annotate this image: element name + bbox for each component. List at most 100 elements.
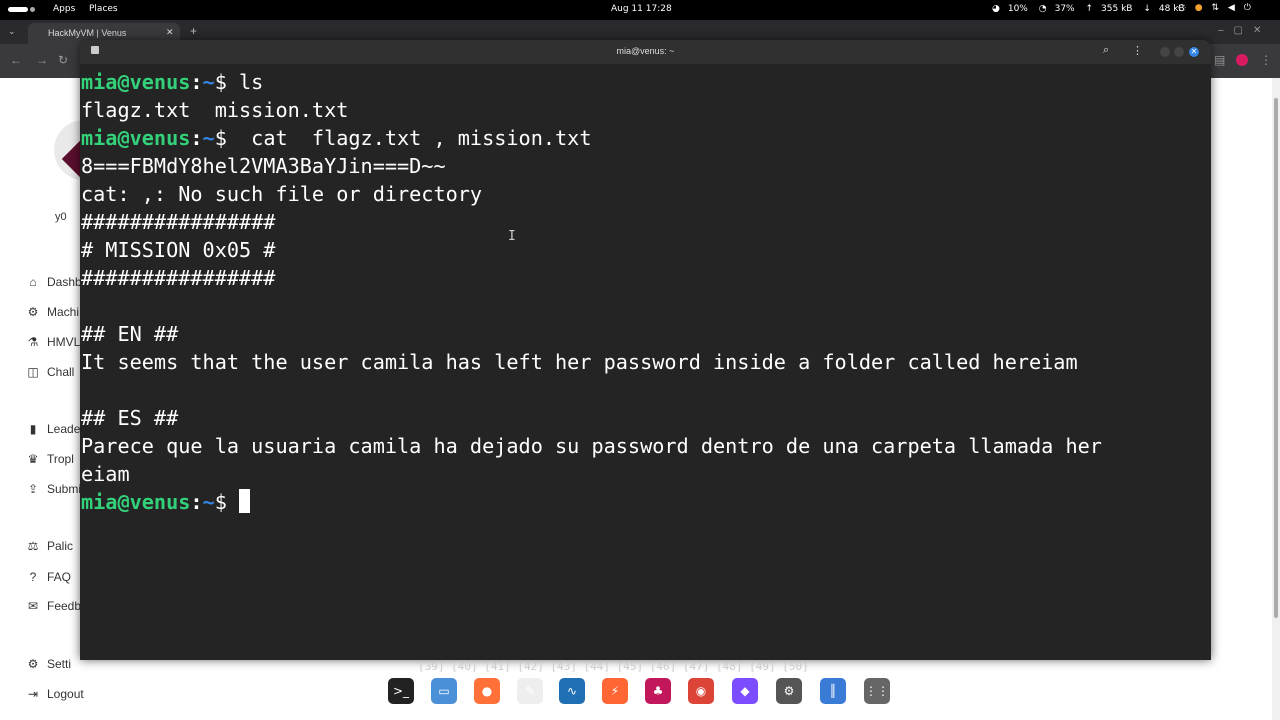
cpu-usage: 10% (1007, 4, 1028, 14)
net-up: 355 kB (1101, 4, 1133, 14)
obsidian-icon[interactable]: ◆ (732, 678, 758, 704)
chart-icon: ▮ (29, 422, 37, 436)
volume-icon[interactable]: ◀ (1228, 3, 1235, 13)
sidebar-item-feedback[interactable]: ✉ Feedb (26, 598, 81, 614)
upload-icon: ↑ (1085, 4, 1094, 14)
prompt-path: ~ (202, 70, 215, 94)
minimize-button[interactable] (1160, 47, 1170, 57)
sidebar-item-dashboard[interactable]: ⌂ Dashb (26, 274, 81, 290)
text-cursor (239, 489, 251, 513)
terminal-window[interactable]: mia@venus: ~ ⌕ ⋮ ✕ mia@venus:~$ ls flagz.… (80, 40, 1211, 660)
sidebar-item-machines[interactable]: ⚙ Machi (26, 304, 79, 320)
terminal-command-line: mia@venus:~$ (81, 488, 1206, 516)
memory-usage: 37% (1054, 4, 1075, 14)
terminal-command-line: mia@venus:~$ cat flagz.txt , mission.txt (81, 124, 1206, 152)
network-icon[interactable]: ⇅ (1211, 3, 1219, 13)
close-button[interactable]: ✕ (1189, 47, 1199, 57)
sidebar-item-challenges[interactable]: ◫ Chall (26, 364, 74, 380)
prompt-colon: : (190, 126, 203, 150)
sidebar-item-settings[interactable]: ⚙ Setti (26, 656, 71, 672)
prompt-user: mia@venus (81, 70, 191, 94)
sidebar-item-leaderboard[interactable]: ▮ Leade (26, 421, 81, 437)
prompt-path: ~ (202, 490, 215, 514)
menu-icon[interactable]: ⋮ (1132, 44, 1143, 57)
terminal-output[interactable]: mia@venus:~$ ls flagz.txt mission.txt mia@… (81, 68, 1206, 653)
system-stats[interactable]: ◕ 10% ◔ 37% ↑ 355 kB ↓ 48 kB (992, 4, 1193, 14)
download-icon: ↓ (1143, 4, 1151, 14)
question-icon: ? (29, 570, 37, 584)
firefox-icon[interactable]: ● (474, 678, 500, 704)
window-controls[interactable]: –▢✕ (1218, 25, 1271, 36)
wireshark-icon[interactable]: ∿ (559, 678, 585, 704)
clock[interactable]: Aug 11 17:28 (611, 4, 672, 14)
terminal-output-line: ################ (81, 210, 276, 234)
settings-app-icon[interactable]: ⚙ (776, 678, 802, 704)
app-grid-icon[interactable]: ⋮⋮ (864, 678, 890, 704)
mixer-icon[interactable]: ║ (820, 678, 846, 704)
browser-menu-icon[interactable]: ⋮ (1260, 53, 1272, 67)
workspace-dot[interactable] (30, 7, 35, 12)
prompt-user: mia@venus (81, 490, 191, 514)
extensions-icon[interactable]: ▤ (1214, 53, 1225, 67)
gear-icon: ⚙ (27, 305, 39, 319)
cherrytree-icon[interactable]: ♣ (645, 678, 671, 704)
trophy-icon: ♛ (27, 452, 39, 466)
terminal-output-line: # MISSION 0x05 # (81, 238, 276, 262)
maximize-button[interactable] (1174, 47, 1184, 57)
terminal-icon[interactable]: >_ (388, 678, 414, 704)
reload-icon[interactable]: ↻ (58, 53, 68, 67)
command-text: cat flagz.txt , mission.txt (226, 126, 592, 150)
sidebar-item-logout[interactable]: ⇥ Logout (26, 686, 84, 702)
terminal-output-line: cat: ,: No such file or directory (81, 182, 483, 206)
prompt-colon: : (190, 70, 203, 94)
memory-icon: ◔ (1038, 4, 1047, 14)
scale-icon: ⚖ (27, 539, 39, 553)
page-scrollbar[interactable] (1272, 78, 1280, 720)
dock: >_ ▭ ● ✎ ∿ ⚡ ♣ ◉ ◆ ⚙ ║ ⋮⋮ (380, 672, 900, 712)
close-tab-icon[interactable]: ✕ (166, 27, 174, 38)
terminal-titlebar[interactable]: mia@venus: ~ ⌕ ⋮ ✕ (80, 40, 1211, 64)
new-tab-icon[interactable]: + (190, 24, 197, 38)
apps-menu[interactable]: Apps (53, 4, 75, 14)
profile-avatar[interactable] (1236, 54, 1248, 66)
scrollbar-thumb[interactable] (1274, 98, 1278, 618)
activities-indicator[interactable] (8, 7, 28, 12)
sidebar-item-hmvlabs[interactable]: ⚗ HMVLa (26, 334, 87, 350)
text-editor-icon[interactable]: ✎ (517, 678, 543, 704)
terminal-output-line: Parece que la usuaria camila ha dejado s… (81, 434, 1102, 458)
forward-icon[interactable]: → (36, 53, 48, 67)
burpsuite-icon[interactable]: ⚡ (602, 678, 628, 704)
sidebar-item-policy[interactable]: ⚖ Palic (26, 538, 73, 554)
search-icon[interactable]: ⌕ (1103, 44, 1109, 57)
home-icon: ⌂ (29, 275, 37, 289)
tab-title: HackMyVM | Venus (48, 28, 127, 38)
feedback-icon: ✉ (27, 599, 39, 613)
top-bar: Apps Places Aug 11 17:28 ◕ 10% ◔ 37% ↑ 355 … (0, 0, 1280, 20)
system-tray[interactable]: ◌ ● ⇅ ◀ ⏻ (1172, 3, 1251, 13)
flag-icon: ◫ (27, 365, 39, 379)
chrome-icon[interactable]: ◉ (688, 678, 714, 704)
terminal-output-line: It seems that the user camila has left h… (81, 350, 1078, 374)
terminal-command-line: mia@venus:~$ ls (81, 68, 1206, 96)
sidebar-item-faq[interactable]: ? FAQ (26, 569, 71, 585)
sidebar-item-trophies[interactable]: ♛ Tropl (26, 451, 74, 467)
terminal-output-line: ################ (81, 266, 276, 290)
upload-icon: ⇪ (27, 482, 39, 496)
cpu-icon: ◕ (992, 4, 1000, 14)
terminal-output-line: eiam (81, 462, 130, 486)
logout-icon: ⇥ (27, 687, 39, 701)
clipboard-icon[interactable]: ◌ (1178, 3, 1186, 13)
places-menu[interactable]: Places (89, 4, 118, 14)
sidebar-item-submit[interactable]: ⇪ Submi (26, 481, 81, 497)
microphone-icon[interactable]: ● (1195, 3, 1203, 13)
command-text: ls (226, 70, 264, 94)
files-icon[interactable]: ▭ (431, 678, 457, 704)
back-icon[interactable]: ← (10, 53, 22, 67)
prompt-user: mia@venus (81, 126, 191, 150)
power-icon[interactable]: ⏻ (1244, 3, 1251, 13)
tab-list-chevron-icon[interactable]: ⌄ (8, 26, 16, 37)
prompt-sign: $ (214, 70, 227, 94)
page-content-edge (1212, 78, 1272, 720)
